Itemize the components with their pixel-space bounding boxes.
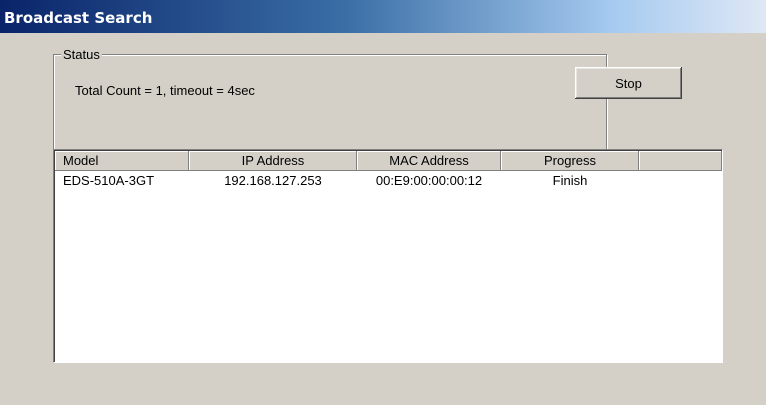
cell-progress: Finish: [552, 173, 588, 188]
column-header-mac-address[interactable]: MAC Address: [357, 151, 501, 171]
title-bar: Broadcast Search: [0, 0, 766, 33]
column-header-model[interactable]: Model: [55, 151, 189, 171]
cell-ip-address: 192.168.127.253: [224, 173, 322, 188]
results-list[interactable]: Model IP Address MAC Address Progress ED…: [53, 149, 723, 363]
list-header: Model IP Address MAC Address Progress: [55, 151, 722, 171]
cell-model: EDS-510A-3GT: [63, 173, 155, 188]
status-text: Total Count = 1, timeout = 4sec: [75, 83, 255, 98]
status-group-label: Status: [61, 47, 102, 62]
column-header-ip-address[interactable]: IP Address: [189, 151, 357, 171]
cell-mac-address: 00:E9:00:00:00:12: [375, 173, 483, 188]
stop-button[interactable]: Stop: [575, 67, 682, 99]
column-header-filler: [639, 151, 722, 171]
dialog-body: Status Total Count = 1, timeout = 4sec S…: [0, 33, 766, 405]
table-row[interactable]: EDS-510A-3GT 192.168.127.253 00:E9:00:00…: [55, 172, 722, 190]
status-groupbox: Status Total Count = 1, timeout = 4sec: [53, 47, 607, 154]
column-header-progress[interactable]: Progress: [501, 151, 639, 171]
window-title: Broadcast Search: [4, 9, 153, 27]
